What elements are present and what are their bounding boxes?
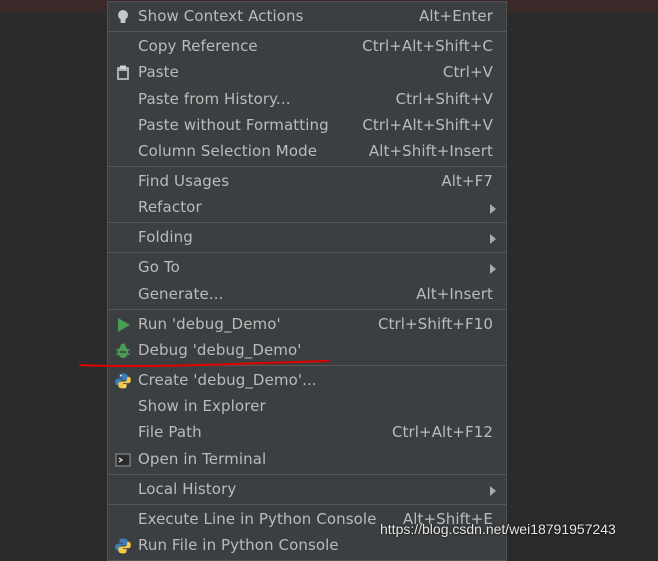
red-underline-annotation xyxy=(79,360,329,368)
watermark-text: https://blog.csdn.net/wei18791957243 xyxy=(380,521,616,537)
